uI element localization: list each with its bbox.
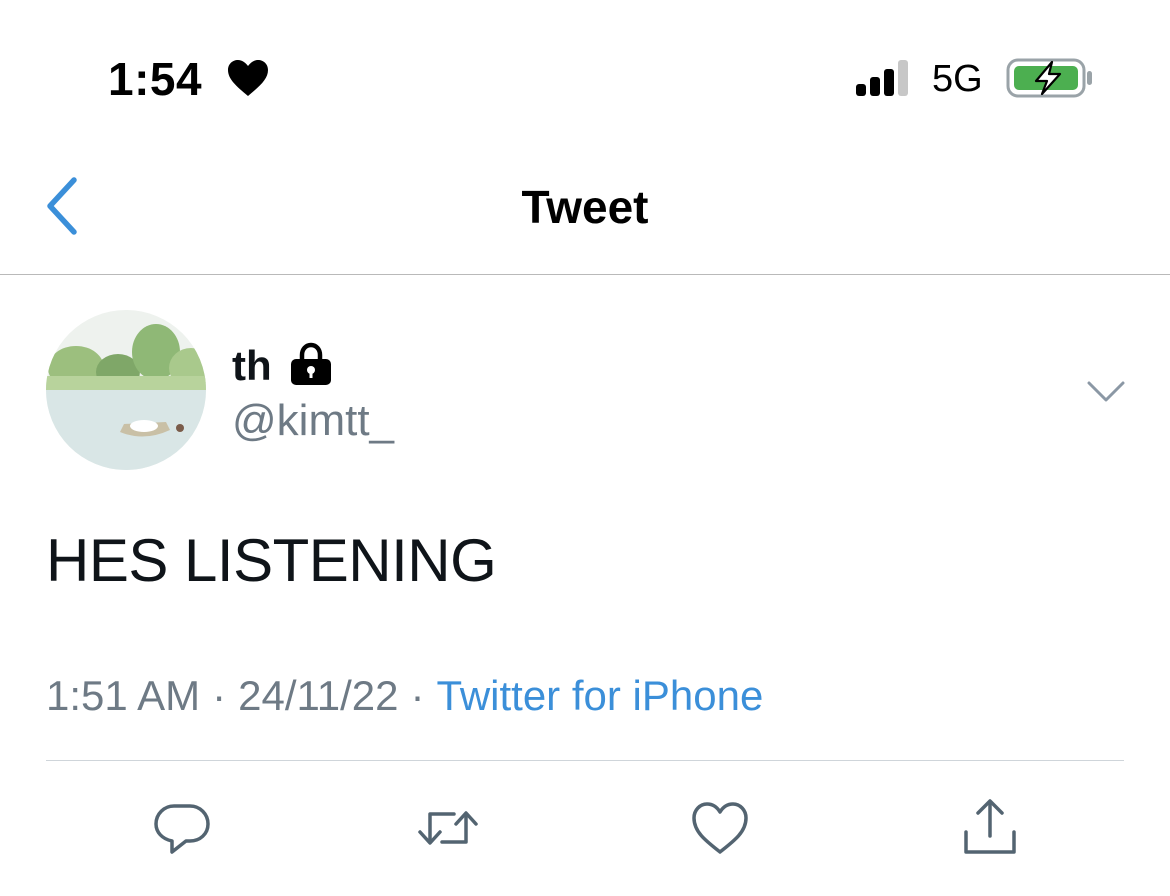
battery-charging-icon [1006,58,1092,98]
meta-separator: · [212,672,227,719]
tweet-time: 1:51 AM [46,672,201,719]
tweet-text: HES LISTENING [46,527,497,594]
heart-icon [228,60,268,96]
share-icon[interactable] [958,796,1022,860]
like-icon[interactable] [688,796,752,860]
avatar[interactable] [46,310,206,470]
chevron-down-icon[interactable] [1086,378,1126,406]
username[interactable]: @kimtt_ [232,396,394,446]
reply-icon[interactable] [150,796,214,860]
tweet-source-link[interactable]: Twitter for iPhone [436,672,763,719]
nav-bar: Tweet [0,140,1170,275]
status-bar: 1:54 5G [0,0,1170,140]
signal-icon [856,60,908,96]
tweet-meta: 1:51 AM · 24/11/22 · Twitter for iPhone [46,672,763,720]
page-title: Tweet [521,181,649,233]
display-name[interactable]: th [232,342,272,390]
divider [46,760,1124,761]
tweet-date: 24/11/22 [238,672,399,719]
tweet-detail-screen: 1:54 5G Tweet th @kimtt_ HES LISTENING 1… [0,0,1170,896]
lock-icon [291,342,331,385]
meta-separator: · [410,672,425,719]
retweet-icon[interactable] [416,796,480,860]
network-label: 5G [932,58,983,100]
status-time: 1:54 [108,53,203,105]
